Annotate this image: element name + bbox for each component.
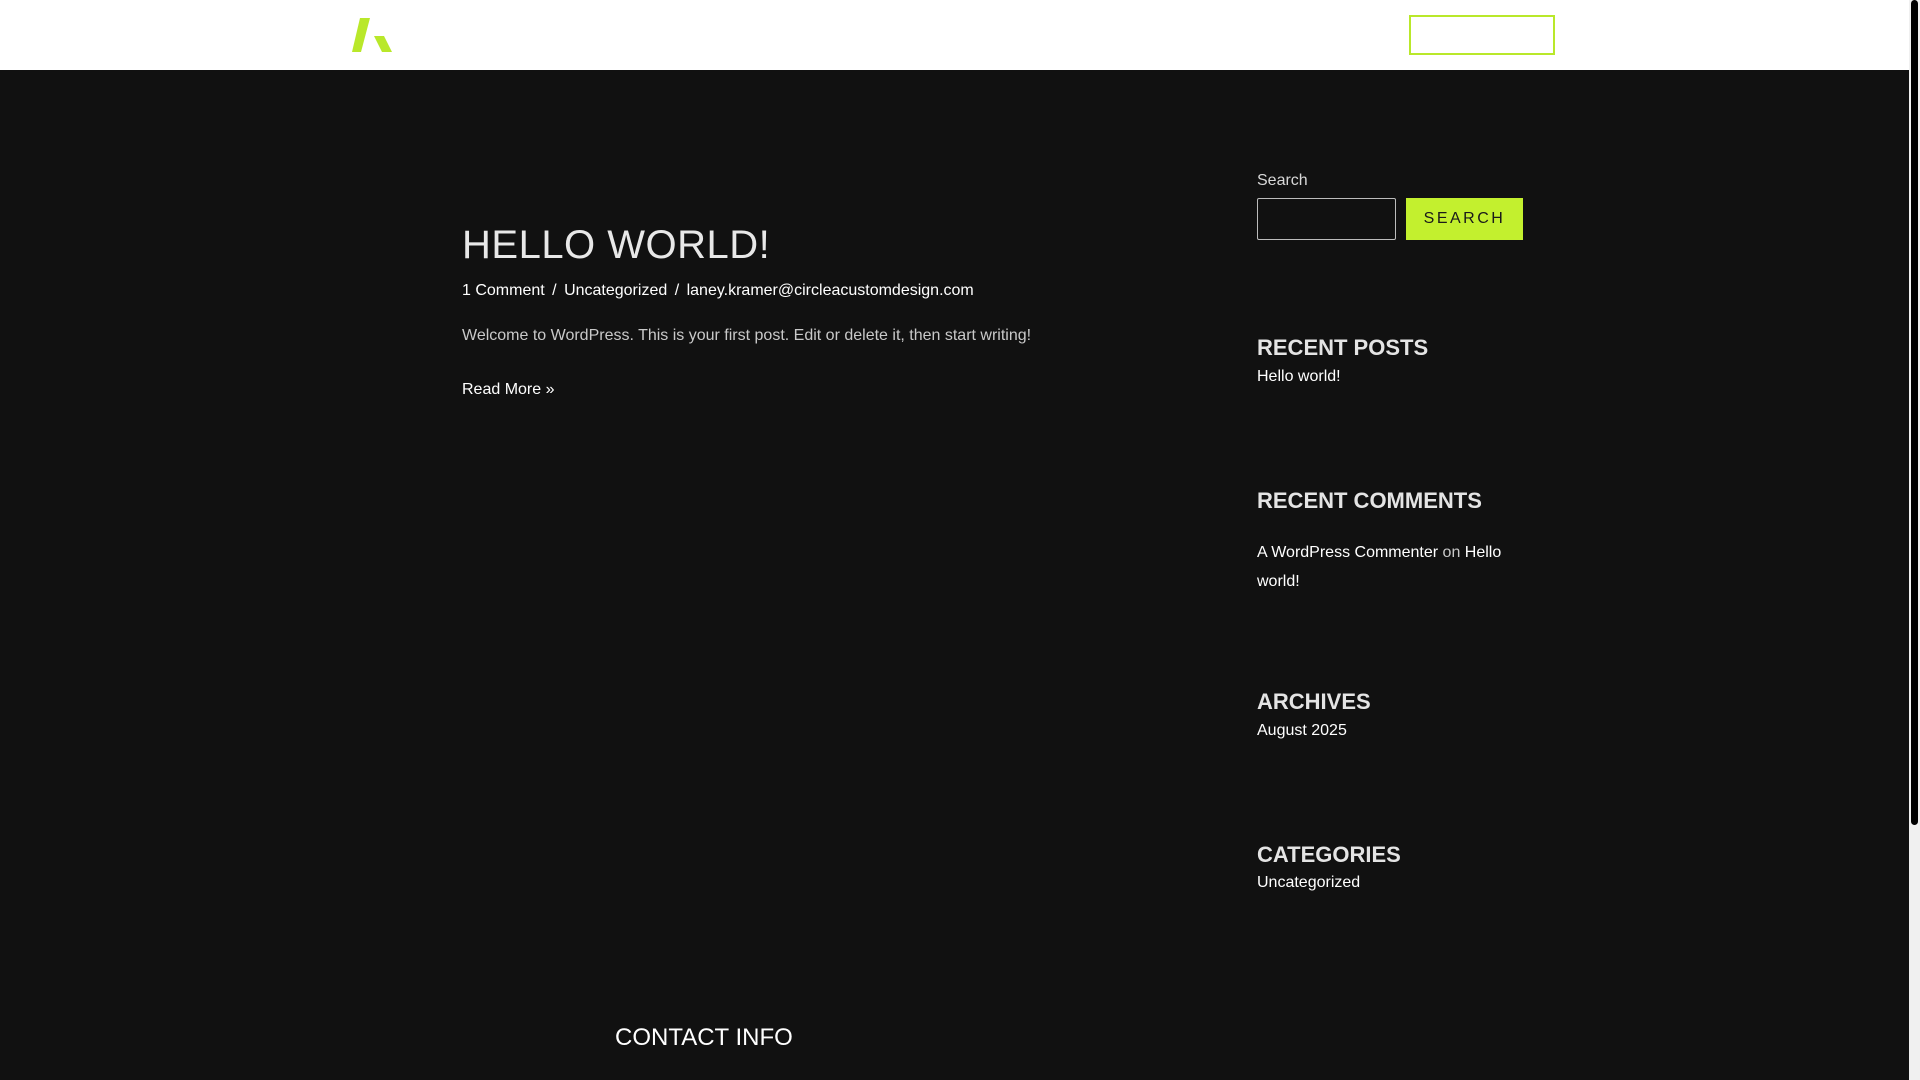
- post-title[interactable]: HELLO WORLD!: [462, 221, 770, 269]
- header-cta-button[interactable]: [1409, 15, 1555, 55]
- post-comments-link[interactable]: 1 Comment: [462, 282, 545, 299]
- scrollbar-thumb[interactable]: [1911, 0, 1918, 825]
- recent-comment-item: A WordPress Commenter on Hello world!: [1257, 538, 1527, 596]
- meta-separator: /: [552, 282, 557, 299]
- search-label: Search: [1257, 172, 1308, 189]
- post-category-link[interactable]: Uncategorized: [564, 282, 667, 299]
- category-link[interactable]: Uncategorized: [1257, 874, 1360, 892]
- archive-link[interactable]: August 2025: [1257, 722, 1347, 740]
- contact-info-title: CONTACT INFO: [615, 1024, 793, 1051]
- archives-title: ARCHIVES: [1257, 689, 1371, 714]
- brand-logo-icon[interactable]: [352, 18, 394, 54]
- meta-separator: /: [674, 282, 680, 299]
- recent-post-link[interactable]: Hello world!: [1257, 368, 1341, 386]
- comment-author-link[interactable]: A WordPress Commenter: [1257, 544, 1438, 561]
- read-more-link[interactable]: Read More »: [462, 381, 555, 399]
- search-input[interactable]: [1257, 198, 1396, 240]
- categories-title: CATEGORIES: [1257, 842, 1401, 867]
- search-button[interactable]: SEARCH: [1406, 198, 1523, 240]
- recent-posts-title: RECENT POSTS: [1257, 335, 1429, 360]
- post-meta: 1 Comment / Uncategorized / laney.kramer…: [462, 282, 974, 300]
- post-excerpt: Welcome to WordPress. This is your first…: [462, 327, 1032, 344]
- site-header: [0, 0, 1909, 70]
- post-author-link[interactable]: laney.kramer@circleacustomdesign.com: [687, 282, 974, 299]
- recent-comments-title: RECENT COMMENTS: [1257, 488, 1482, 513]
- comment-connector: on: [1442, 544, 1461, 561]
